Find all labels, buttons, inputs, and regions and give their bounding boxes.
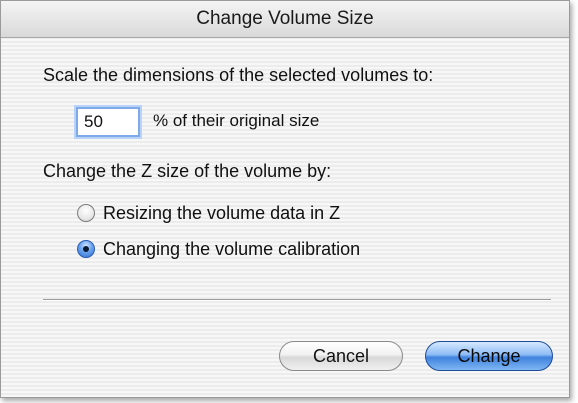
dialog-title: Change Volume Size bbox=[1, 1, 569, 38]
radio-label-resize-z: Resizing the volume data in Z bbox=[103, 202, 341, 223]
percent-suffix-label: % of their original size bbox=[153, 111, 320, 130]
scale-percent-input[interactable] bbox=[76, 107, 140, 137]
z-size-prompt-label: Change the Z size of the volume by: bbox=[43, 161, 332, 181]
radio-selected-dot bbox=[83, 246, 89, 252]
cancel-button[interactable]: Cancel bbox=[279, 341, 403, 371]
radio-label-change-calibration: Changing the volume calibration bbox=[103, 238, 361, 259]
change-button[interactable]: Change bbox=[425, 341, 553, 371]
change-volume-size-dialog: Change Volume Size Scale the dimensions … bbox=[0, 0, 570, 398]
scale-prompt-label: Scale the dimensions of the selected vol… bbox=[43, 65, 434, 85]
radio-button-unselected[interactable] bbox=[77, 204, 95, 222]
radio-option-change-calibration[interactable]: Changing the volume calibration bbox=[77, 237, 360, 261]
radio-button-selected[interactable] bbox=[77, 240, 95, 258]
separator-line bbox=[43, 299, 551, 301]
radio-option-resize-z[interactable]: Resizing the volume data in Z bbox=[77, 201, 340, 225]
